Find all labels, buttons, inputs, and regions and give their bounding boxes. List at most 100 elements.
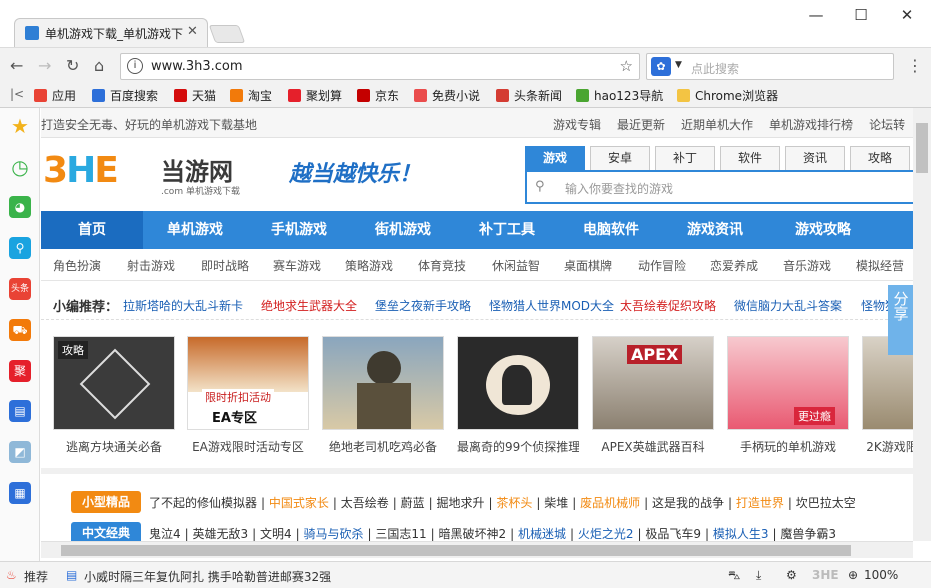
genre-action[interactable]: 动作冒险 — [638, 257, 686, 274]
genre-strategy[interactable]: 策略游戏 — [345, 257, 393, 274]
address-bar[interactable]: i www.3h3.com ☆ — [120, 53, 640, 80]
nav-pc-games[interactable]: 单机游戏 — [143, 211, 247, 249]
toutiao-side-icon[interactable]: 头条 — [9, 278, 31, 300]
nav-game-news[interactable]: 游戏资讯 — [663, 211, 767, 249]
cat-item[interactable]: 这是我的战争 — [652, 496, 724, 510]
genre-shooter[interactable]: 射击游戏 — [127, 257, 175, 274]
zoom-icon[interactable]: ⊕ — [848, 568, 858, 582]
top-link-forum[interactable]: 论坛转 — [869, 118, 905, 132]
search-tab-guide[interactable]: 攻略 — [850, 146, 910, 170]
card-pubg[interactable]: 绝地老司机吃鸡必备 — [322, 336, 444, 455]
settings-icon[interactable]: ⚙ — [786, 568, 797, 582]
search-tab-news[interactable]: 资讯 — [785, 146, 845, 170]
search-tab-android[interactable]: 安卓 — [590, 146, 650, 170]
notes-icon[interactable]: ◩ — [9, 441, 31, 463]
baidu-paw-icon[interactable]: ✿ — [651, 57, 671, 76]
bookmark-toggle-icon[interactable]: |< — [10, 87, 24, 101]
card-ea-sale[interactable]: 限时折扣活动 EA专区 EA游戏限时活动专区 — [187, 336, 309, 455]
search-tab-software[interactable]: 软件 — [720, 146, 780, 170]
menu-icon[interactable]: ⋮ — [907, 56, 923, 75]
nav-software[interactable]: 电脑软件 — [559, 211, 663, 249]
card-detective[interactable]: 最离奇的99个侦探推理 — [457, 336, 579, 455]
share-button[interactable]: 分享 — [888, 285, 913, 355]
cat-item[interactable]: 极品飞车9 — [645, 527, 701, 541]
back-icon[interactable]: ← — [10, 56, 23, 75]
bookmark-jd[interactable]: 京东 — [357, 87, 399, 104]
cat-item[interactable]: 废品机械师 — [580, 496, 640, 510]
search-tab-patch[interactable]: 补丁 — [655, 146, 715, 170]
genre-rpg[interactable]: 角色扮演 — [53, 257, 101, 274]
bookmark-baidu[interactable]: 百度搜索 — [92, 87, 158, 104]
cat-item[interactable]: 掘地求升 — [437, 496, 485, 510]
bookmark-chrome-folder[interactable]: Chrome浏览器 — [677, 87, 778, 104]
genre-board[interactable]: 桌面棋牌 — [564, 257, 612, 274]
hscroll-thumb[interactable] — [61, 545, 851, 556]
genre-rts[interactable]: 即时战略 — [201, 257, 249, 274]
new-tab-button[interactable] — [208, 25, 246, 43]
card-apex[interactable]: APEX APEX英雄武器百科 — [592, 336, 714, 455]
bookmark-toutiao[interactable]: 头条新闻 — [496, 87, 562, 104]
top-link-recent[interactable]: 最近更新 — [617, 118, 665, 132]
car-icon[interactable]: ⛍ — [728, 568, 740, 584]
nav-patch-tools[interactable]: 补丁工具 — [455, 211, 559, 249]
card-gamepad[interactable]: 更过瘾 手柄玩的单机游戏 — [727, 336, 849, 455]
bookmark-juhuasuan[interactable]: 聚划算 — [288, 87, 342, 104]
genre-sports[interactable]: 体育竞技 — [418, 257, 466, 274]
nav-home[interactable]: 首页 — [41, 211, 143, 249]
cat-item[interactable]: 火炬之光2 — [578, 527, 634, 541]
rec-link-2[interactable]: 绝地求生武器大全 — [261, 297, 357, 314]
horizontal-scrollbar[interactable] — [41, 541, 913, 558]
cat-item[interactable]: 打造世界 — [736, 496, 784, 510]
cat-item[interactable]: 机械迷城 — [518, 527, 566, 541]
top-link-ranking[interactable]: 单机游戏排行榜 — [769, 118, 853, 132]
genre-music[interactable]: 音乐游戏 — [783, 257, 831, 274]
wechat-icon[interactable]: ◕ — [9, 196, 31, 218]
favorites-star-icon[interactable]: ★ — [9, 115, 31, 137]
bookmark-novel[interactable]: 免费小说 — [414, 87, 480, 104]
vertical-scrollbar[interactable] — [913, 108, 931, 541]
cat-item[interactable]: 太吾绘卷 — [341, 496, 389, 510]
genre-romance[interactable]: 恋爱养成 — [710, 257, 758, 274]
top-link-big-games[interactable]: 近期单机大作 — [681, 118, 753, 132]
rec-link-4[interactable]: 怪物猎人世界MOD大全 — [489, 297, 614, 314]
nav-arcade-games[interactable]: 街机游戏 — [351, 211, 455, 249]
genre-casual[interactable]: 休闲益智 — [492, 257, 540, 274]
bookmark-apps[interactable]: 应用 — [34, 87, 76, 104]
top-link-albums[interactable]: 游戏专辑 — [553, 118, 601, 132]
search-tab-games[interactable]: 游戏 — [525, 146, 585, 170]
rec-link-1[interactable]: 拉斯塔哈的大乱斗新卡 — [123, 297, 243, 314]
rec-link-6[interactable]: 微信脑力大乱斗答案 — [734, 297, 842, 314]
cat-item[interactable]: 模拟人生3 — [713, 527, 769, 541]
cat-item[interactable]: 坎巴拉太空 — [796, 496, 856, 510]
cat-item[interactable]: 柴堆 — [544, 496, 568, 510]
nav-mobile-games[interactable]: 手机游戏 — [247, 211, 351, 249]
bookmark-hao123[interactable]: hao123导航 — [576, 87, 663, 104]
calculator-icon[interactable]: ▦ — [9, 482, 31, 504]
cat-item[interactable]: 三国志11 — [375, 527, 426, 541]
cat-item[interactable]: 文明4 — [260, 527, 292, 541]
news-ticker[interactable]: 小威时隔三年复仇阿扎 携手哈勒普进邮赛32强 — [84, 568, 331, 585]
cat-item[interactable]: 茶杯头 — [496, 496, 532, 510]
shopping-cart-icon[interactable]: ⛟ — [9, 319, 31, 341]
cat-item[interactable]: 骑马与砍杀 — [304, 527, 364, 541]
bookmark-tmall[interactable]: 天猫 — [174, 87, 216, 104]
cat-item[interactable]: 鬼泣4 — [149, 527, 181, 541]
maximize-button[interactable]: ☐ — [851, 6, 871, 24]
card-cube-escape[interactable]: 攻略 逃离方块通关必备 — [53, 336, 175, 455]
bookmark-taobao[interactable]: 淘宝 — [230, 87, 272, 104]
cat-item[interactable]: 英雄无敌3 — [193, 527, 249, 541]
cat-badge-indie[interactable]: 小型精品 — [71, 491, 141, 513]
search-icon[interactable]: ⚲ — [9, 237, 31, 259]
rec-link-3[interactable]: 堡垒之夜新手攻略 — [375, 297, 471, 314]
scroll-thumb[interactable] — [916, 123, 928, 173]
rec-link-5[interactable]: 太吾绘卷促织攻略 — [620, 297, 716, 314]
genre-simulation[interactable]: 模拟经营 — [856, 257, 904, 274]
site-search-input[interactable]: ⚲ 输入你要查找的游戏 — [525, 170, 913, 204]
browser-tab[interactable]: 单机游戏下载_单机游戏下 ✕ — [14, 18, 208, 47]
cat-item[interactable]: 了不起的修仙模拟器 — [149, 496, 257, 510]
juhuasuan-side-icon[interactable]: 聚 — [9, 360, 31, 382]
minimize-button[interactable]: — — [806, 6, 826, 24]
home-icon[interactable]: ⌂ — [94, 56, 104, 75]
site-logo[interactable]: 3HE 当游网 .com 单机游戏下载 — [43, 150, 273, 200]
cat-badge-classic[interactable]: 中文经典 — [71, 522, 141, 541]
